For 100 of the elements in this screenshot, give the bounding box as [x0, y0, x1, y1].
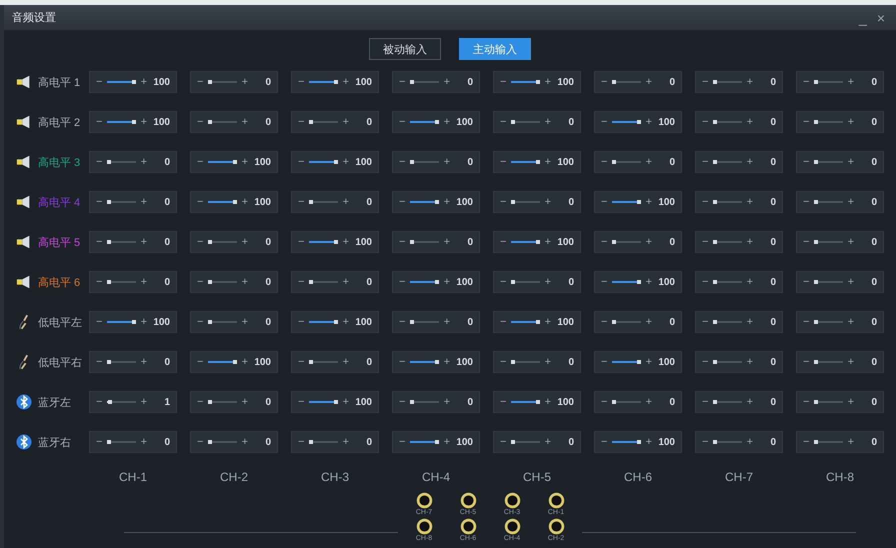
minus-sign[interactable]: −	[399, 276, 406, 288]
slider-thumb[interactable]	[107, 200, 112, 204]
minus-sign[interactable]: −	[702, 396, 708, 408]
slider-thumb[interactable]	[334, 80, 338, 84]
slider-thumb[interactable]	[536, 80, 540, 84]
slider-thumb[interactable]	[612, 320, 616, 324]
volume-slider[interactable]: − + 100	[89, 311, 177, 333]
volume-slider[interactable]: − + 100	[493, 311, 581, 333]
minus-sign[interactable]: −	[702, 356, 708, 368]
minus-sign[interactable]: −	[702, 196, 708, 208]
slider-thumb[interactable]	[814, 360, 818, 364]
slider-thumb[interactable]	[814, 400, 818, 404]
slider-thumb[interactable]	[612, 400, 616, 404]
slider-thumb[interactable]	[612, 240, 616, 244]
volume-slider[interactable]: − + 0	[392, 391, 480, 413]
plus-sign[interactable]: +	[342, 436, 349, 448]
minus-sign[interactable]: −	[96, 116, 102, 128]
plus-sign[interactable]: +	[848, 436, 854, 448]
slider-thumb[interactable]	[434, 200, 439, 204]
minus-sign[interactable]: −	[500, 196, 506, 208]
slider-thumb[interactable]	[434, 280, 439, 284]
slider-thumb[interactable]	[814, 120, 818, 124]
minus-sign[interactable]: −	[500, 156, 506, 168]
slider-thumb[interactable]	[208, 80, 212, 84]
volume-slider[interactable]: − + 0	[695, 351, 783, 373]
volume-slider[interactable]: − + 0	[89, 351, 177, 373]
volume-slider[interactable]: − + 0	[291, 351, 379, 373]
slider-thumb[interactable]	[536, 400, 540, 404]
plus-sign[interactable]: +	[444, 396, 450, 408]
volume-slider[interactable]: − + 0	[493, 351, 581, 373]
minus-sign[interactable]: −	[197, 116, 204, 128]
volume-slider[interactable]: − + 100	[392, 351, 480, 373]
plus-sign[interactable]: +	[544, 436, 551, 448]
slider-thumb[interactable]	[814, 200, 818, 204]
plus-sign[interactable]: +	[140, 316, 147, 328]
slider-thumb[interactable]	[334, 320, 338, 324]
minus-sign[interactable]: −	[803, 236, 810, 248]
plus-sign[interactable]: +	[140, 356, 147, 368]
slider-thumb[interactable]	[814, 80, 818, 84]
volume-slider[interactable]: − + 0	[796, 311, 884, 333]
volume-slider[interactable]: − + 0	[796, 271, 884, 293]
slider-thumb[interactable]	[309, 280, 314, 284]
minus-sign[interactable]: −	[500, 396, 506, 408]
plus-sign[interactable]: +	[646, 116, 652, 128]
minus-sign[interactable]: −	[601, 356, 608, 368]
minus-sign[interactable]: −	[500, 436, 506, 448]
slider-thumb[interactable]	[410, 80, 414, 84]
plus-sign[interactable]: +	[848, 76, 854, 88]
close-button[interactable]: ×	[874, 8, 888, 26]
plus-sign[interactable]: +	[646, 76, 652, 88]
plus-sign[interactable]: +	[848, 156, 854, 168]
plus-sign[interactable]: +	[746, 396, 753, 408]
plus-sign[interactable]: +	[242, 436, 248, 448]
minus-sign[interactable]: −	[298, 196, 304, 208]
minus-sign[interactable]: −	[500, 116, 506, 128]
volume-slider[interactable]: − + 0	[89, 271, 177, 293]
slider-thumb[interactable]	[107, 280, 112, 284]
minus-sign[interactable]: −	[399, 236, 406, 248]
minus-sign[interactable]: −	[601, 436, 608, 448]
plus-sign[interactable]: +	[746, 76, 753, 88]
volume-slider[interactable]: − + 100	[392, 431, 480, 453]
minus-sign[interactable]: −	[803, 116, 810, 128]
volume-slider[interactable]: − + 0	[392, 151, 480, 173]
minus-sign[interactable]: −	[803, 196, 810, 208]
slider-thumb[interactable]	[814, 280, 818, 284]
slider-thumb[interactable]	[107, 440, 112, 444]
volume-slider[interactable]: − + 0	[594, 231, 682, 253]
plus-sign[interactable]: +	[140, 76, 147, 88]
minus-sign[interactable]: −	[803, 436, 810, 448]
slider-thumb[interactable]	[132, 320, 136, 324]
slider-thumb[interactable]	[713, 280, 718, 284]
slider-thumb[interactable]	[132, 80, 136, 84]
minus-sign[interactable]: −	[399, 356, 406, 368]
plus-sign[interactable]: +	[140, 116, 147, 128]
slider-thumb[interactable]	[410, 320, 414, 324]
volume-slider[interactable]: − + 0	[493, 111, 581, 133]
plus-sign[interactable]: +	[646, 156, 652, 168]
volume-slider[interactable]: − + 100	[190, 191, 278, 213]
minus-sign[interactable]: −	[96, 436, 102, 448]
plus-sign[interactable]: +	[544, 396, 551, 408]
plus-sign[interactable]: +	[242, 316, 248, 328]
slider-thumb[interactable]	[410, 240, 414, 244]
volume-slider[interactable]: − + 0	[695, 191, 783, 213]
plus-sign[interactable]: +	[848, 196, 854, 208]
minus-sign[interactable]: −	[702, 156, 708, 168]
volume-slider[interactable]: − + 0	[695, 431, 783, 453]
volume-slider[interactable]: − + 0	[695, 311, 783, 333]
plus-sign[interactable]: +	[746, 316, 753, 328]
volume-slider[interactable]: − + 100	[190, 151, 278, 173]
slider-thumb[interactable]	[536, 320, 540, 324]
minus-sign[interactable]: −	[399, 316, 406, 328]
slider-thumb[interactable]	[511, 280, 516, 284]
minus-sign[interactable]: −	[96, 316, 102, 328]
minus-sign[interactable]: −	[298, 236, 304, 248]
minus-sign[interactable]: −	[399, 396, 406, 408]
volume-slider[interactable]: − + 0	[695, 71, 783, 93]
minus-sign[interactable]: −	[298, 276, 304, 288]
plus-sign[interactable]: +	[140, 196, 147, 208]
slider-thumb[interactable]	[536, 160, 540, 164]
volume-slider[interactable]: − + 0	[594, 391, 682, 413]
